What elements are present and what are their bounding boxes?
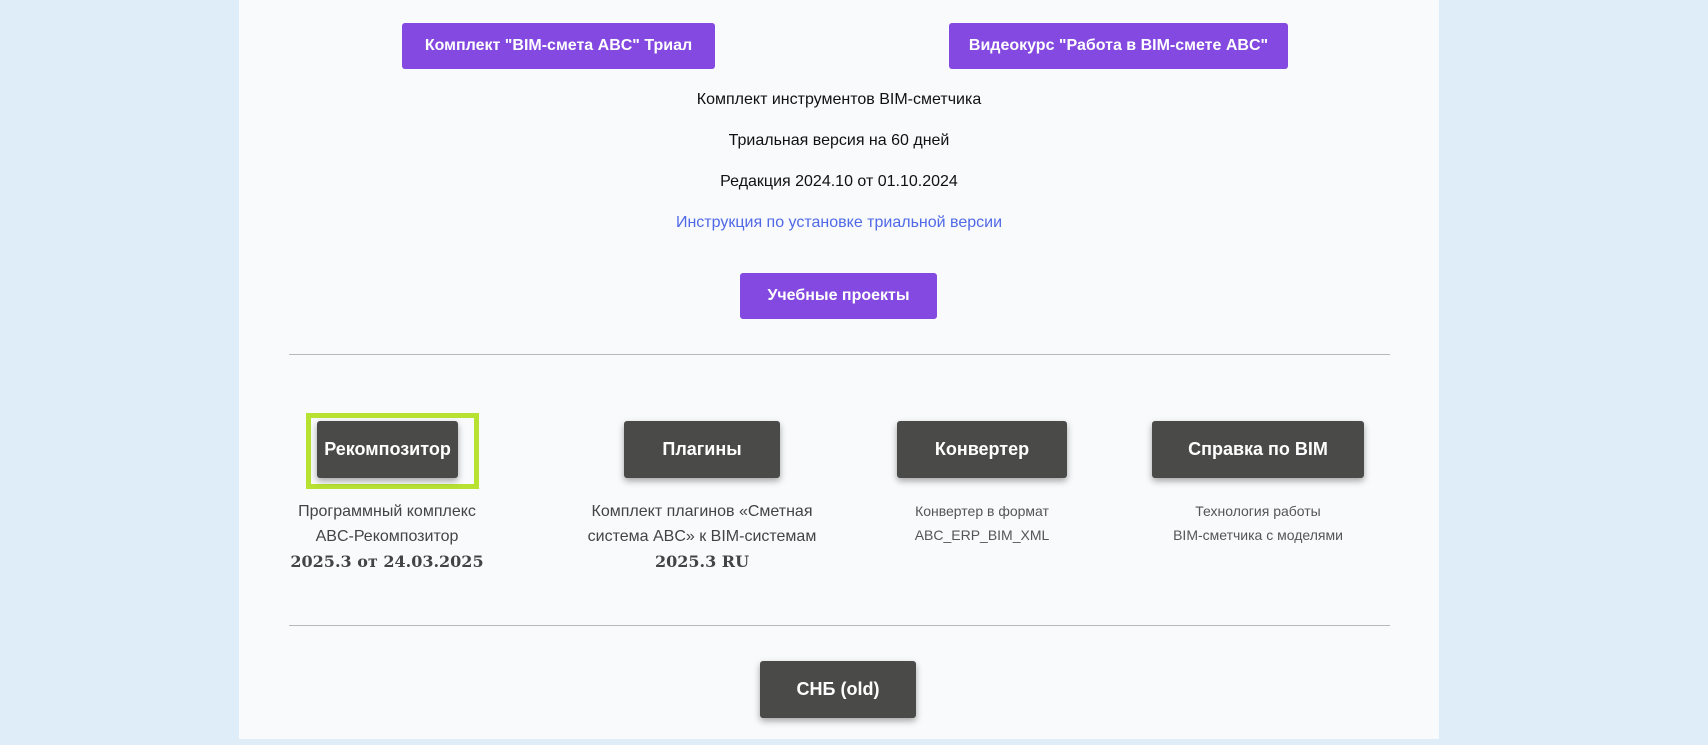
plugins-desc-line2: система ABC» к BIM-системам — [587, 528, 817, 545]
recompositor-button[interactable]: Рекомпозитор — [317, 421, 458, 478]
bim-help-description: Технология работы BIM-сметчика с моделям… — [1118, 499, 1398, 547]
trial-kit-button[interactable]: Комплект "BIM-смета ABC" Триал — [402, 23, 715, 69]
section-divider — [289, 354, 1390, 355]
content-panel: Комплект "BIM-смета ABC" Триал Видеокурс… — [239, 0, 1439, 739]
converter-button[interactable]: Конвертер — [897, 421, 1067, 478]
plugins-description: Комплект плагинов «Сметная система ABC» … — [567, 499, 837, 574]
training-projects-button[interactable]: Учебные проекты — [740, 273, 937, 319]
recompositor-desc-line1: Программный комплекс — [298, 503, 476, 520]
install-instructions-link[interactable]: Инструкция по установке триальной версии — [239, 214, 1439, 232]
video-course-button[interactable]: Видеокурс "Работа в BIM-смете ABC" — [949, 23, 1288, 69]
bim-help-desc-line1: Технология работы — [1195, 503, 1321, 519]
converter-desc-line1: Конвертер в формат — [915, 503, 1049, 519]
converter-desc-line2: ABC_ERP_BIM_XML — [914, 527, 1050, 543]
plugins-button[interactable]: Плагины — [624, 421, 780, 478]
edition-info: Редакция 2024.10 от 01.10.2024 — [720, 173, 958, 190]
bim-help-desc-line2: BIM-сметчика с моделями — [1173, 527, 1343, 543]
recompositor-version: 2025.3 от 24.03.2025 — [290, 552, 484, 571]
plugins-version: 2025.3 RU — [654, 552, 750, 571]
converter-description: Конвертер в формат ABC_ERP_BIM_XML — [852, 499, 1112, 547]
bim-help-button[interactable]: Справка по BIM — [1152, 421, 1364, 478]
plugins-desc-line1: Комплект плагинов «Сметная — [591, 503, 813, 520]
recompositor-description: Программный комплекс ABC-Рекомпозитор 20… — [257, 499, 517, 574]
recompositor-desc-line2: ABC-Рекомпозитор — [315, 528, 459, 545]
section-divider — [289, 625, 1390, 626]
snb-old-button[interactable]: СНБ (old) — [760, 661, 916, 718]
kit-description: Комплект инструментов BIM-сметчика — [696, 91, 982, 108]
trial-duration: Триальная версия на 60 дней — [728, 132, 950, 149]
